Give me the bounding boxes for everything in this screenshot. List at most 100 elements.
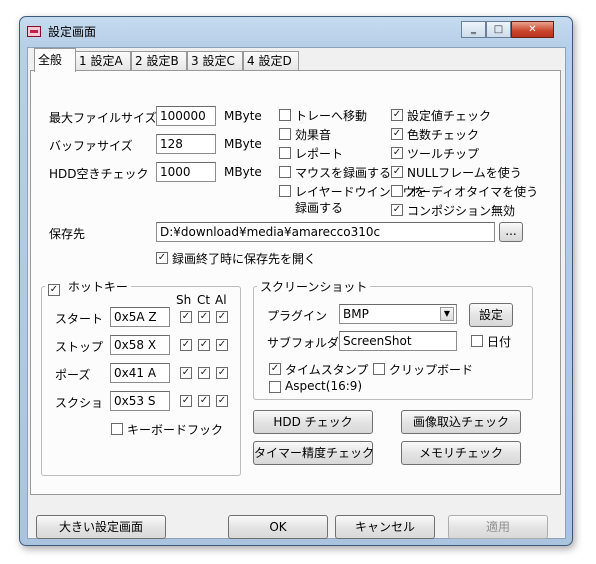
keyboard-hook-label: キーボードフック bbox=[127, 423, 224, 437]
hotkey-screenshot-alt-checkbox[interactable]: ✓ bbox=[216, 395, 228, 407]
tab-panel-general: 最大ファイルサイズ 100000 MByte バッファサイズ 128 MByte… bbox=[30, 70, 561, 495]
close-button[interactable]: ✕ bbox=[511, 21, 554, 38]
hotkey-stop-alt-checkbox[interactable]: ✓ bbox=[216, 339, 228, 351]
large-settings-button[interactable]: 大きい設定画面 bbox=[36, 515, 166, 539]
layered-window-label-2: 録画する bbox=[295, 201, 344, 215]
header-shift: Sh bbox=[176, 293, 192, 307]
color-count-check-checkbox[interactable]: ✓ bbox=[391, 128, 403, 140]
report-label: レポート bbox=[295, 147, 344, 161]
tab-setting-d[interactable]: 4 設定D bbox=[243, 51, 299, 70]
dialog-client-area: 全般 1 設定A 2 設定B 3 設定C 4 設定D 最大ファイルサイズ 100… bbox=[27, 47, 566, 539]
max-file-size-unit: MByte bbox=[224, 109, 262, 123]
header-ctrl: Ct bbox=[197, 293, 211, 307]
ok-button[interactable]: OK bbox=[228, 515, 328, 539]
plugin-label: プラグイン bbox=[267, 309, 328, 323]
report-checkbox[interactable] bbox=[279, 147, 291, 159]
plugin-settings-button[interactable]: 設定 bbox=[469, 303, 513, 327]
hdd-check-button[interactable]: HDD チェック bbox=[253, 410, 373, 434]
hotkey-pause-shift-checkbox[interactable]: ✓ bbox=[180, 367, 192, 379]
memory-check-button[interactable]: メモリチェック bbox=[401, 441, 521, 465]
max-file-size-label: 最大ファイルサイズ bbox=[49, 111, 157, 125]
close-icon: ✕ bbox=[528, 24, 537, 35]
minimize-icon: ‗ bbox=[471, 24, 476, 35]
keyboard-hook-checkbox[interactable] bbox=[111, 423, 123, 435]
record-mouse-label: マウスを録画する bbox=[295, 166, 392, 180]
hotkey-pause-ctrl-checkbox[interactable]: ✓ bbox=[198, 367, 210, 379]
color-count-check-label: 色数チェック bbox=[407, 128, 480, 142]
save-path-label: 保存先 bbox=[49, 227, 86, 241]
image-capture-check-button[interactable]: 画像取込チェック bbox=[401, 410, 521, 434]
buffer-size-unit: MByte bbox=[224, 137, 262, 151]
hotkey-start-label: スタート bbox=[55, 312, 104, 326]
audio-timer-label: オーディオタイマを使う bbox=[407, 185, 539, 199]
timer-accuracy-check-button[interactable]: タイマー精度チェック bbox=[253, 441, 374, 465]
app-icon bbox=[27, 26, 41, 37]
timestamp-checkbox[interactable]: ✓ bbox=[269, 363, 281, 375]
subfolder-input[interactable]: ScreenShot bbox=[339, 331, 457, 351]
hotkey-stop-shift-checkbox[interactable]: ✓ bbox=[180, 339, 192, 351]
screenshot-group-title: スクリーンショット bbox=[257, 278, 371, 295]
null-frame-checkbox[interactable]: ✓ bbox=[391, 166, 403, 178]
max-file-size-input[interactable]: 100000 bbox=[156, 106, 216, 126]
hotkey-screenshot-shift-checkbox[interactable]: ✓ bbox=[180, 395, 192, 407]
hotkey-screenshot-input[interactable]: 0x53 S bbox=[110, 391, 170, 411]
clipboard-label: クリップボード bbox=[389, 363, 474, 377]
audio-timer-checkbox[interactable] bbox=[391, 185, 403, 197]
date-checkbox[interactable] bbox=[471, 335, 483, 347]
tooltip-label: ツールチップ bbox=[407, 147, 480, 161]
minimize-button[interactable]: ‗ bbox=[461, 21, 486, 38]
open-on-end-checkbox[interactable]: ✓ bbox=[156, 252, 168, 264]
settings-window: 設定画面 ‗ □ ✕ 全般 1 設定A 2 設定B 3 設定C 4 設定D 最大… bbox=[19, 16, 573, 546]
hotkey-start-shift-checkbox[interactable]: ✓ bbox=[180, 311, 192, 323]
sound-effect-checkbox[interactable] bbox=[279, 128, 291, 140]
hotkey-enable-checkbox[interactable]: ✓ bbox=[48, 284, 60, 296]
aspect-checkbox[interactable] bbox=[269, 381, 281, 393]
plugin-select[interactable]: BMP ▼ bbox=[339, 304, 457, 324]
composition-disable-label: コンポジション無効 bbox=[407, 204, 516, 218]
sound-effect-label: 効果音 bbox=[295, 128, 332, 142]
maximize-icon: □ bbox=[493, 24, 504, 35]
apply-button[interactable]: 適用 bbox=[448, 515, 548, 539]
setting-value-check-checkbox[interactable]: ✓ bbox=[391, 109, 403, 121]
chevron-down-icon: ▼ bbox=[440, 307, 454, 321]
hotkey-screenshot-label: スクショ bbox=[55, 396, 104, 410]
tray-move-checkbox[interactable] bbox=[279, 109, 291, 121]
hdd-check-input[interactable]: 1000 bbox=[156, 162, 216, 182]
buffer-size-input[interactable]: 128 bbox=[156, 134, 216, 154]
plugin-select-value: BMP bbox=[343, 307, 369, 321]
cancel-button[interactable]: キャンセル bbox=[335, 515, 435, 539]
buffer-size-label: バッファサイズ bbox=[49, 139, 133, 153]
hdd-check-label: HDD空きチェック bbox=[49, 167, 149, 181]
setting-value-check-label: 設定値チェック bbox=[407, 109, 492, 123]
hotkey-start-alt-checkbox[interactable]: ✓ bbox=[216, 311, 228, 323]
hotkey-stop-ctrl-checkbox[interactable]: ✓ bbox=[198, 339, 210, 351]
hotkey-title-label: ホットキー bbox=[67, 280, 128, 294]
open-on-end-label: 録画終了時に保存先を開く bbox=[172, 252, 317, 266]
hotkey-pause-alt-checkbox[interactable]: ✓ bbox=[216, 367, 228, 379]
header-alt: Al bbox=[215, 293, 227, 307]
save-path-input[interactable]: D:¥download¥media¥amarecco310c bbox=[156, 222, 495, 242]
hotkey-start-input[interactable]: 0x5A Z bbox=[110, 307, 170, 327]
tooltip-checkbox[interactable]: ✓ bbox=[391, 147, 403, 159]
hotkey-screenshot-ctrl-checkbox[interactable]: ✓ bbox=[198, 395, 210, 407]
composition-disable-checkbox[interactable]: ✓ bbox=[391, 204, 403, 216]
timestamp-label: タイムスタンプ bbox=[285, 363, 369, 377]
tab-setting-c[interactable]: 3 設定C bbox=[187, 51, 243, 70]
maximize-button[interactable]: □ bbox=[486, 21, 511, 38]
aspect-label: Aspect(16:9) bbox=[285, 379, 363, 393]
tab-setting-b[interactable]: 2 設定B bbox=[131, 51, 187, 70]
layered-window-checkbox[interactable] bbox=[279, 185, 291, 197]
hotkey-stop-label: ストップ bbox=[55, 340, 104, 354]
hotkey-group-title: ✓ ホットキー bbox=[45, 278, 131, 296]
tab-setting-a[interactable]: 1 設定A bbox=[75, 51, 131, 70]
clipboard-checkbox[interactable] bbox=[373, 363, 385, 375]
hdd-check-unit: MByte bbox=[224, 165, 262, 179]
browse-button[interactable]: ... bbox=[499, 222, 523, 242]
subfolder-label: サブフォルダ bbox=[267, 336, 340, 350]
record-mouse-checkbox[interactable] bbox=[279, 166, 291, 178]
tab-general[interactable]: 全般 bbox=[34, 48, 76, 72]
hotkey-stop-input[interactable]: 0x58 X bbox=[110, 335, 170, 355]
title-bar[interactable]: 設定画面 ‗ □ ✕ bbox=[20, 17, 572, 45]
hotkey-start-ctrl-checkbox[interactable]: ✓ bbox=[198, 311, 210, 323]
hotkey-pause-input[interactable]: 0x41 A bbox=[110, 363, 170, 383]
